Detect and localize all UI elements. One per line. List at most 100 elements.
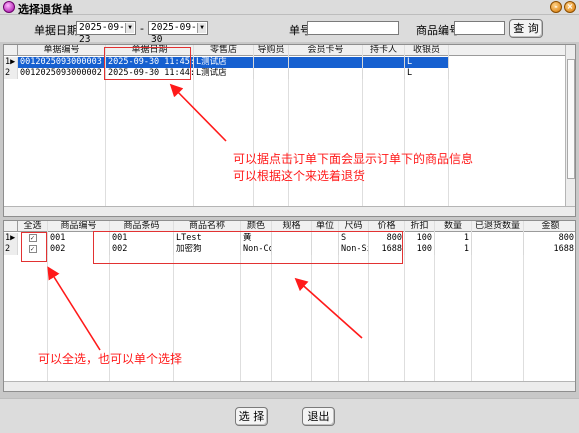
holder-cell[interactable] (363, 57, 405, 68)
table-row[interactable]: 1▶ ✓ 001 001 LTest 黄 S 800 100 1 800 (4, 233, 575, 244)
col-header[interactable]: 单据编号 (18, 45, 106, 56)
col-header[interactable]: 单据日期 (106, 45, 194, 56)
discount-cell[interactable]: 100 (405, 233, 435, 244)
row-indicator: 2 (4, 68, 18, 79)
current-row-icon: ▶ (10, 233, 16, 243)
cashier-cell[interactable]: L (405, 57, 449, 68)
row-indicator: 1▶ (4, 57, 18, 68)
scroll-thumb[interactable] (567, 59, 575, 179)
col-header[interactable]: 金额 (524, 221, 575, 232)
guide-cell[interactable] (254, 57, 289, 68)
price-cell[interactable]: 800 (369, 233, 405, 244)
size-cell[interactable]: S (339, 233, 369, 244)
store-cell[interactable]: L测试店 (194, 68, 254, 79)
amount-cell[interactable]: 1688 (524, 244, 575, 255)
barcode-cell[interactable]: 002 (110, 244, 174, 255)
select-checkbox-cell[interactable]: ✓ (18, 244, 48, 255)
exit-button[interactable]: 退出 (302, 407, 335, 426)
checkbox[interactable]: ✓ (28, 245, 37, 253)
row-indicator-header (4, 45, 18, 56)
unit-cell[interactable] (312, 233, 339, 244)
barcode-cell[interactable]: 001 (110, 233, 174, 244)
annotation-note-line2: 可以根据这个来选着退货 (233, 169, 366, 183)
minimize-icon[interactable]: - (550, 1, 562, 13)
returned-cell[interactable] (472, 233, 524, 244)
row-number: 2 (5, 68, 11, 78)
chevron-down-icon[interactable]: ▼ (125, 23, 134, 33)
app-icon (3, 1, 15, 13)
col-header[interactable]: 尺码 (339, 221, 369, 232)
col-header[interactable]: 商品名称 (174, 221, 241, 232)
color-cell[interactable]: Non-Col (241, 244, 272, 255)
product-no-input[interactable] (454, 21, 505, 35)
checkbox[interactable]: ✓ (28, 234, 37, 242)
items-horizontal-scrollbar[interactable] (4, 381, 575, 391)
date-cell[interactable]: 2025-09-30 11:45:31 (106, 57, 194, 68)
table-row[interactable]: 1▶ 0012025093000003 2025-09-30 11:45:31 … (4, 57, 566, 68)
doc-no-cell[interactable]: 0012025093000003 (18, 57, 106, 68)
filter-bar: 单据日期 2025-09-23 ▼ - 2025-09-30 ▼ 单号 商品编号… (0, 15, 579, 45)
table-row[interactable]: 2 0012025093000002 2025-09-30 11:44:07 L… (4, 68, 566, 79)
discount-cell[interactable]: 100 (405, 244, 435, 255)
orders-grid[interactable]: 单据编号 单据日期 零售店 导购员 会员卡号 持卡人 收银员 1▶ 001202… (3, 44, 576, 217)
col-header[interactable]: 导购员 (254, 45, 289, 56)
select-all-header[interactable]: 全选 (18, 221, 48, 232)
spec-cell[interactable] (272, 233, 312, 244)
select-button[interactable]: 选 择 (235, 407, 268, 426)
unit-cell[interactable] (312, 244, 339, 255)
date-cell[interactable]: 2025-09-30 11:44:07 (106, 68, 194, 79)
store-cell[interactable]: L测试店 (194, 57, 254, 68)
col-header[interactable]: 收银员 (405, 45, 449, 56)
col-header[interactable]: 持卡人 (363, 45, 405, 56)
select-checkbox-cell[interactable]: ✓ (18, 233, 48, 244)
items-header: 全选 商品编号 商品条码 商品名称 颜色 规格 单位 尺码 价格 折扣 数量 已… (4, 221, 575, 232)
col-header[interactable]: 数量 (435, 221, 472, 232)
chevron-down-icon[interactable]: ▼ (197, 23, 206, 33)
annotation-note-line1: 可以据点击订单下面会显示订单下的商品信息 (233, 152, 474, 166)
row-indicator: 1▶ (4, 233, 18, 244)
col-header[interactable]: 折扣 (405, 221, 435, 232)
qty-cell[interactable]: 1 (435, 233, 472, 244)
row-indicator: 2 (4, 244, 18, 255)
row-number: 2 (5, 244, 11, 254)
date-from-picker[interactable]: 2025-09-23 ▼ (76, 21, 136, 45)
doc-no-cell[interactable]: 0012025093000002 (18, 68, 106, 79)
price-cell[interactable]: 1688 (369, 244, 405, 255)
col-header[interactable]: 零售店 (194, 45, 254, 56)
guide-cell[interactable] (254, 68, 289, 79)
name-cell[interactable]: LTest (174, 233, 241, 244)
title-bar: 选择退货单 - × (0, 0, 579, 16)
member-cell[interactable] (289, 68, 363, 79)
date-from-value: 2025-09-23 (79, 22, 125, 45)
table-row[interactable]: 2 ✓ 002 002 加密狗 Non-Col Non-Si: 1688 100… (4, 244, 575, 255)
qty-cell[interactable]: 1 (435, 244, 472, 255)
amount-cell[interactable]: 800 (524, 233, 575, 244)
col-header[interactable]: 价格 (369, 221, 405, 232)
col-header[interactable]: 单位 (312, 221, 339, 232)
col-header[interactable]: 商品编号 (48, 221, 110, 232)
col-header[interactable]: 颜色 (241, 221, 272, 232)
product-no-cell[interactable]: 001 (48, 233, 110, 244)
col-header[interactable]: 规格 (272, 221, 312, 232)
returned-cell[interactable] (472, 244, 524, 255)
spec-cell[interactable] (272, 244, 312, 255)
current-row-icon: ▶ (10, 57, 16, 67)
cashier-cell[interactable]: L (405, 68, 449, 79)
col-header[interactable]: 会员卡号 (289, 45, 363, 56)
orders-horizontal-scrollbar[interactable] (4, 206, 575, 216)
date-to-picker[interactable]: 2025-09-30 ▼ (148, 21, 208, 45)
query-button[interactable]: 查 询 (509, 19, 543, 38)
col-header[interactable]: 商品条码 (110, 221, 174, 232)
close-icon[interactable]: × (564, 1, 576, 13)
size-cell[interactable]: Non-Si: (339, 244, 369, 255)
footer-bar: 选 择 退出 (0, 398, 579, 433)
name-cell[interactable]: 加密狗 (174, 244, 241, 255)
member-cell[interactable] (289, 57, 363, 68)
product-no-cell[interactable]: 002 (48, 244, 110, 255)
orders-vertical-scrollbar[interactable] (565, 45, 575, 207)
holder-cell[interactable] (363, 68, 405, 79)
col-header[interactable]: 已退货数量 (472, 221, 524, 232)
doc-no-input[interactable] (307, 21, 399, 35)
orders-header: 单据编号 单据日期 零售店 导购员 会员卡号 持卡人 收银员 (4, 45, 566, 56)
color-cell[interactable]: 黄 (241, 233, 272, 244)
